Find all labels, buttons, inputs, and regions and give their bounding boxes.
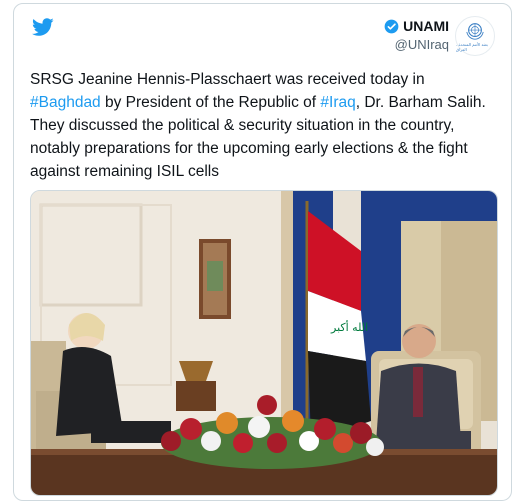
author-block[interactable]: UNAMI @UNIraq — [384, 18, 449, 52]
text-part: SRSG Jeanine Hennis-Plasschaert was rece… — [30, 71, 425, 88]
hashtag-iraq[interactable]: #Iraq — [320, 94, 355, 111]
tweet-card[interactable]: UNAMI @UNIraq بعثة الأمم المتحدة - العرا… — [13, 3, 512, 501]
author-name[interactable]: UNAMI — [403, 18, 449, 34]
meeting-photo: الله أكبر — [31, 191, 497, 495]
twitter-bird-icon[interactable] — [30, 16, 56, 38]
tweet-text: SRSG Jeanine Hennis-Plasschaert was rece… — [30, 68, 496, 183]
hashtag-baghdad[interactable]: #Baghdad — [30, 94, 101, 111]
avatar[interactable]: بعثة الأمم المتحدة - العراق — [455, 16, 495, 56]
text-part: by President of the Republic of — [100, 94, 321, 111]
flag-inscription: الله أكبر — [330, 320, 368, 334]
un-emblem-icon — [466, 22, 484, 40]
verified-badge-icon — [384, 19, 399, 33]
avatar-caption: بعثة الأمم المتحدة - العراق — [456, 41, 488, 52]
author-handle[interactable]: @UNIraq — [384, 37, 449, 52]
tweet-photo[interactable]: الله أكبر — [30, 190, 498, 496]
